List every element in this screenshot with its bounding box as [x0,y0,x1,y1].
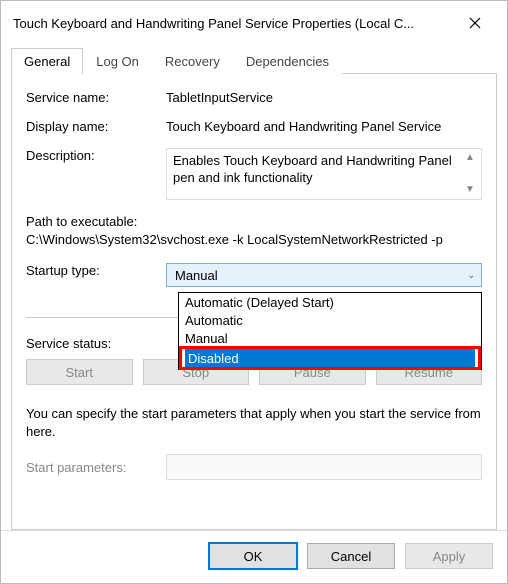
tab-logon[interactable]: Log On [83,48,152,74]
start-params-hint: You can specify the start parameters tha… [26,405,482,440]
window-title: Touch Keyboard and Handwriting Panel Ser… [13,16,414,31]
display-name-label: Display name: [26,119,166,134]
startup-type-dropdown[interactable]: Automatic (Delayed Start) Automatic Manu… [178,292,482,370]
tab-general[interactable]: General [11,48,83,74]
startup-type-selected: Manual [175,268,218,283]
ok-button[interactable]: OK [209,543,297,569]
start-button: Start [26,359,133,385]
close-icon[interactable] [455,9,495,37]
scroll-down-icon[interactable]: ▼ [465,185,475,195]
option-disabled-highlight: Disabled [179,346,481,370]
service-status-label: Service status: [26,336,166,351]
startup-type-label: Startup type: [26,263,166,287]
path-label: Path to executable: [26,214,482,229]
service-name-value: TabletInputService [166,90,482,105]
chevron-down-icon: ⌄ [467,270,475,281]
apply-button: Apply [405,543,493,569]
option-manual[interactable]: Manual [179,329,481,347]
option-disabled[interactable]: Disabled [185,349,475,367]
tab-dependencies[interactable]: Dependencies [233,48,342,74]
start-params-input [166,454,482,480]
dialog-footer: OK Cancel Apply [1,530,507,583]
service-name-label: Service name: [26,90,166,105]
startup-type-select[interactable]: Manual ⌄ [166,263,482,287]
start-params-label: Start parameters: [26,460,166,475]
description-box: Enables Touch Keyboard and Handwriting P… [166,148,482,200]
description-scroll[interactable]: ▲ ▼ [461,149,479,199]
tab-strip: General Log On Recovery Dependencies [11,47,497,74]
tab-recovery[interactable]: Recovery [152,48,233,74]
scroll-up-icon[interactable]: ▲ [465,153,475,163]
titlebar: Touch Keyboard and Handwriting Panel Ser… [1,1,507,41]
display-name-value: Touch Keyboard and Handwriting Panel Ser… [166,119,482,134]
path-value: C:\Windows\System32\svchost.exe -k Local… [26,232,482,247]
description-label: Description: [26,148,166,200]
content-area: General Log On Recovery Dependencies Ser… [1,41,507,530]
option-auto-delayed[interactable]: Automatic (Delayed Start) [179,293,481,311]
option-automatic[interactable]: Automatic [179,311,481,329]
description-text: Enables Touch Keyboard and Handwriting P… [173,153,452,185]
cancel-button[interactable]: Cancel [307,543,395,569]
general-panel: Service name: TabletInputService Display… [11,74,497,530]
properties-dialog: Touch Keyboard and Handwriting Panel Ser… [0,0,508,584]
